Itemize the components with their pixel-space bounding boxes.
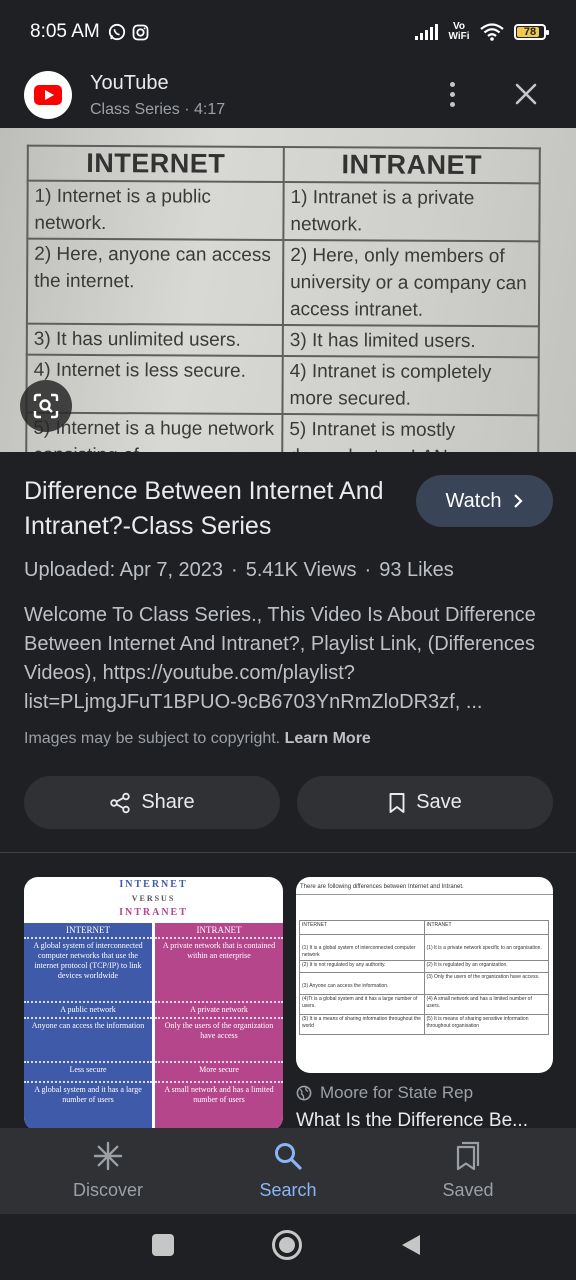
wifi-icon bbox=[480, 23, 504, 41]
watch-button[interactable]: Watch bbox=[416, 475, 553, 527]
related-image-1-right-column: INTRANET A private network that is conta… bbox=[155, 923, 283, 1131]
share-icon bbox=[110, 792, 131, 813]
save-button[interactable]: Save bbox=[297, 776, 553, 829]
result-description: Welcome To Class Series., This Video Is … bbox=[24, 604, 536, 713]
related-image-2-intro: There are following differences between … bbox=[296, 877, 553, 895]
hero-comparison-table: INTERNET INTRANET 1) Internet is a publi… bbox=[25, 145, 541, 452]
hero-cell: 5) Intranet is mostly dependent on LAN. bbox=[282, 413, 539, 452]
nav-discover-label: Discover bbox=[72, 1180, 143, 1200]
nav-saved-label: Saved bbox=[442, 1180, 494, 1200]
hero-cell: 2) Here, only members of university or a… bbox=[282, 240, 540, 327]
section-divider bbox=[0, 852, 576, 853]
related-image-1[interactable]: INTERNET VERSUS INTRANET INTERNET A glob… bbox=[24, 877, 283, 1131]
related-2-source-name: Moore for State Rep bbox=[320, 1083, 474, 1102]
hero-cell: 4) Intranet is completely more secured. bbox=[282, 355, 539, 416]
back-button[interactable] bbox=[400, 1233, 422, 1257]
hero-cell: 1) Intranet is a private network. bbox=[283, 182, 540, 242]
nav-discover[interactable]: Discover bbox=[48, 1140, 168, 1201]
vowifi-label: Vo WiFi bbox=[448, 21, 470, 42]
share-button[interactable]: Share bbox=[24, 776, 280, 829]
related-image-2-table: INTERNET INTRANET (1) It is a global syst… bbox=[299, 920, 549, 1035]
search-icon bbox=[275, 1143, 302, 1170]
bookmark-icon bbox=[389, 792, 405, 813]
source-subtitle: Class Series · 4:17 bbox=[90, 100, 226, 118]
close-icon[interactable] bbox=[508, 76, 544, 112]
result-title[interactable]: Difference Between Internet And Intranet… bbox=[24, 474, 394, 544]
nav-saved[interactable]: Saved bbox=[408, 1140, 528, 1201]
chevron-right-icon bbox=[514, 494, 524, 508]
status-bar: 8:05 AM Vo WiFi 78 bbox=[0, 0, 576, 64]
hero-image[interactable]: INTERNET INTRANET 1) Internet is a publi… bbox=[0, 128, 576, 452]
system-navigation-bar bbox=[0, 1214, 576, 1280]
hero-cell: 2) Here, anyone can access the internet. bbox=[26, 238, 284, 325]
whatsapp-icon bbox=[108, 23, 125, 41]
hero-header-internet: INTERNET bbox=[27, 145, 284, 183]
copyright-text: Images may be subject to copyright. bbox=[24, 730, 281, 747]
more-options-icon[interactable] bbox=[436, 78, 468, 110]
result-meta: Uploaded: Apr 7, 2023 · 5.41K Views · 93 Lik… bbox=[24, 559, 454, 581]
related-image-2[interactable]: There are following differences between … bbox=[296, 877, 553, 1073]
bottom-navigation: Discover Search Saved bbox=[0, 1128, 576, 1214]
hero-cell: 3) It has unlimited users. bbox=[26, 323, 283, 356]
saved-collections-icon bbox=[456, 1141, 480, 1171]
status-time: 8:05 AM bbox=[30, 21, 100, 42]
source-name: YouTube bbox=[90, 71, 169, 94]
copyright-notice: Images may be subject to copyright. Lear… bbox=[24, 730, 371, 748]
globe-icon bbox=[296, 1085, 312, 1101]
learn-more-link[interactable]: Learn More bbox=[285, 730, 371, 747]
hero-cell: 3) It has limited users. bbox=[282, 324, 539, 358]
signal-icon bbox=[415, 24, 438, 40]
youtube-logo-icon bbox=[24, 71, 72, 119]
hero-cell: 1) Internet is a public network. bbox=[27, 180, 284, 241]
related-2-source: Moore for State Rep bbox=[296, 1083, 473, 1103]
nav-search-label: Search bbox=[259, 1180, 317, 1200]
home-button[interactable] bbox=[272, 1230, 302, 1260]
like-count: 93 Likes bbox=[379, 559, 454, 581]
upload-date: Uploaded: Apr 7, 2023 bbox=[24, 559, 224, 581]
watch-label: Watch bbox=[445, 489, 502, 512]
battery-level: 78 bbox=[523, 26, 537, 38]
lens-search-icon[interactable] bbox=[20, 380, 72, 432]
related-image-1-left-column: INTERNET A global system of interconnect… bbox=[24, 923, 155, 1131]
nav-search[interactable]: Search bbox=[228, 1140, 348, 1201]
related-image-1-heading: INTERNET VERSUS INTRANET bbox=[119, 879, 188, 918]
result-header: YouTube Class Series · 4:17 bbox=[0, 64, 576, 126]
view-count: 5.41K Views bbox=[245, 559, 357, 581]
recents-button[interactable] bbox=[152, 1234, 174, 1256]
save-label: Save bbox=[416, 791, 462, 813]
share-label: Share bbox=[141, 791, 195, 813]
battery-icon: 78 bbox=[514, 24, 549, 40]
instagram-icon bbox=[132, 24, 149, 40]
hero-header-intranet: INTRANET bbox=[283, 147, 540, 184]
discover-asterisk-icon bbox=[93, 1141, 123, 1171]
